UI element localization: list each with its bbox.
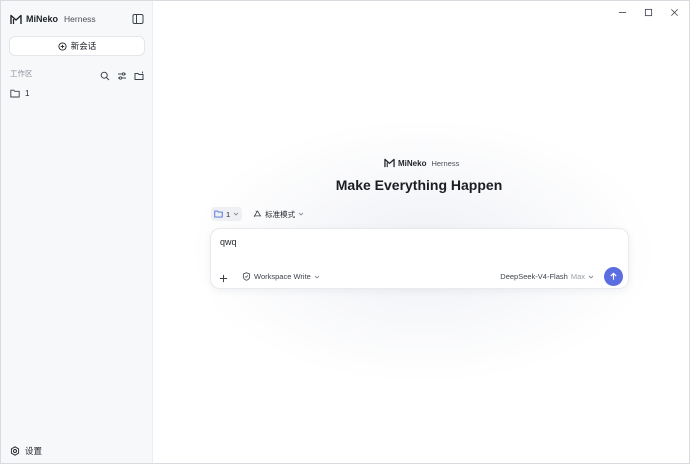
workspace-title: 工作区 — [10, 68, 33, 78]
new-folder-icon[interactable] — [134, 68, 144, 80]
chevron-down-icon — [233, 212, 239, 216]
send-button[interactable] — [604, 267, 623, 286]
effort-label: Max — [570, 272, 585, 281]
hero-brand-sub: Herness — [431, 158, 460, 168]
context-chips: 1 标准模式 — [211, 207, 307, 221]
attach-plus-button[interactable] — [216, 271, 230, 285]
mode-selector[interactable]: 标准模式 — [250, 207, 307, 221]
brand-sub: Herness — [64, 14, 96, 24]
model-label: DeepSeek-V4-Flash — [500, 272, 568, 281]
logo-icon — [384, 158, 395, 168]
permission-selector[interactable]: Workspace Write — [242, 272, 320, 281]
settings-button[interactable]: 设置 — [10, 445, 42, 457]
hero-brand-name: MiNeko — [398, 158, 427, 168]
brand: MiNeko Herness — [10, 12, 96, 26]
chevron-down-icon — [588, 275, 594, 279]
workspace-selector-label: 1 — [226, 209, 231, 219]
message-input[interactable]: qwq — [220, 237, 237, 247]
sidebar-item-folder[interactable]: 1 — [10, 87, 29, 100]
workspace-selector[interactable]: 1 — [211, 207, 243, 221]
recycle-icon — [253, 209, 262, 217]
hero-title: Make Everything Happen — [335, 177, 503, 193]
gear-icon — [10, 446, 20, 456]
model-selector[interactable]: DeepSeek-V4-Flash Max — [500, 272, 594, 281]
app-window: MiNeko Herness 新会话 工作区 1 设置 MiNeko Herne… — [0, 0, 690, 464]
folder-label: 1 — [25, 89, 30, 98]
permission-label: Workspace Write — [254, 272, 311, 281]
composer: qwq Workspace Write DeepSeek-V4-Flash Ma… — [210, 228, 629, 289]
hero-brand: MiNeko Herness — [384, 158, 459, 168]
sidebar-toggle-icon[interactable] — [132, 12, 144, 24]
folder-icon — [214, 210, 223, 218]
new-chat-button[interactable]: 新会话 — [9, 36, 145, 56]
new-chat-label: 新会话 — [70, 41, 97, 51]
sidebar: MiNeko Herness 新会话 工作区 1 设置 — [1, 1, 153, 463]
plus-icon — [219, 274, 227, 282]
search-icon[interactable] — [100, 68, 110, 81]
filter-icon[interactable] — [117, 68, 127, 80]
chevron-down-icon — [314, 275, 320, 279]
chevron-down-icon — [298, 212, 304, 216]
main-area: MiNeko Herness Make Everything Happen 1 … — [153, 1, 689, 463]
shield-icon — [242, 272, 251, 281]
settings-label: 设置 — [25, 446, 43, 456]
workspace-header: 工作区 — [10, 67, 144, 81]
mode-selector-label: 标准模式 — [265, 209, 296, 219]
logo-icon — [10, 14, 22, 24]
plus-circle-icon — [58, 41, 67, 51]
brand-name: MiNeko — [26, 14, 59, 24]
arrow-up-icon — [610, 272, 617, 280]
folder-icon — [10, 89, 20, 98]
